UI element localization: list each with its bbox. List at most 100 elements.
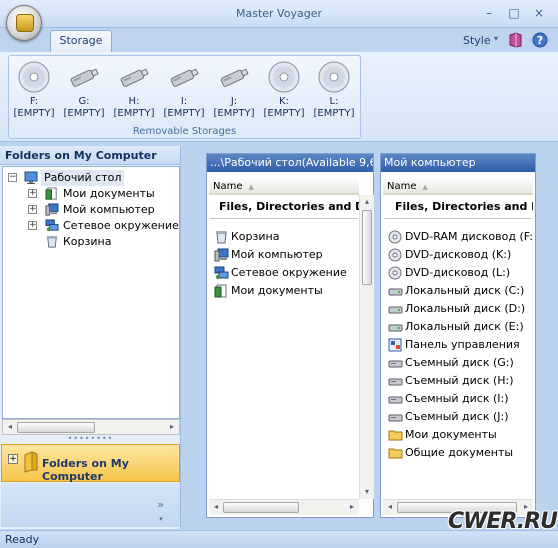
- tree-item-label: Мой компьютер: [63, 203, 155, 216]
- drive-letter: K:: [279, 96, 289, 107]
- cd-icon: [17, 60, 51, 94]
- recycle-bin-icon: [45, 235, 59, 249]
- drive-button-l[interactable]: L: [EMPTY]: [311, 60, 357, 120]
- path-bar[interactable]: Мой компьютер: [381, 154, 535, 172]
- nav-pane-footer: » ▾: [1, 483, 180, 527]
- file-list: Files, Directories and Drives Корзина Мой…: [209, 197, 359, 497]
- scrollbar-thumb[interactable]: [223, 502, 299, 513]
- drive-letter: H:: [128, 96, 140, 107]
- close-button[interactable]: ×: [530, 5, 548, 21]
- computer-icon: [214, 248, 229, 262]
- scroll-down-arrow[interactable]: ▾: [360, 485, 374, 499]
- drive-letter: G:: [78, 96, 90, 107]
- drive-button-j[interactable]: J: [EMPTY]: [211, 60, 257, 120]
- svg-text:?: ?: [537, 34, 543, 47]
- minimize-button[interactable]: –: [480, 5, 498, 21]
- removable-disk-icon: [388, 356, 403, 370]
- sort-arrow-icon: ▲: [422, 183, 428, 191]
- list-item-label: DVD-дисковод (K:): [405, 248, 512, 261]
- horizontal-scrollbar[interactable]: ◂ ▸: [209, 499, 359, 515]
- expand-toggle[interactable]: +: [28, 189, 37, 198]
- nav-button-label: Folders on My Computer: [42, 457, 129, 483]
- tree-horizontal-scrollbar[interactable]: ◂ ▸: [2, 419, 180, 435]
- column-header-name[interactable]: Name ▲: [383, 178, 533, 195]
- maximize-button[interactable]: □: [505, 5, 523, 21]
- removable-disk-icon: [388, 374, 403, 388]
- hard-disk-icon: [388, 320, 403, 334]
- path-bar[interactable]: ...\Рабочий стол(Available 9,69 GB): [207, 154, 373, 172]
- dvd-drive-icon: [388, 230, 403, 244]
- list-item-label: Локальный диск (E:): [405, 320, 524, 333]
- drive-button-h[interactable]: H: [EMPTY]: [111, 60, 157, 120]
- folder-icon: [24, 451, 38, 473]
- book-icon[interactable]: [508, 32, 522, 48]
- drive-button-g[interactable]: G: [EMPTY]: [61, 60, 107, 120]
- vertical-scrollbar[interactable]: ▴ ▾: [359, 195, 374, 499]
- network-icon: [45, 219, 59, 233]
- chevron-down-icon[interactable]: ▾: [494, 34, 498, 43]
- style-menu[interactable]: Style: [463, 34, 491, 47]
- window-title: Master Voyager: [236, 7, 322, 20]
- drive-button-f[interactable]: F: [EMPTY]: [11, 60, 57, 120]
- left-panel: Folders on My Computer − Рабочий стол + М…: [0, 146, 181, 529]
- tree-item-label: Сетевое окружение: [63, 219, 179, 232]
- tree-item-label: Корзина: [63, 235, 112, 248]
- tree-item-label: Мои документы: [63, 187, 155, 200]
- scroll-right-arrow[interactable]: ▸: [165, 420, 179, 434]
- scroll-up-arrow[interactable]: ▴: [360, 195, 374, 209]
- usb-drive-icon: [217, 60, 251, 94]
- tab-storage[interactable]: Storage: [50, 30, 112, 52]
- nav-button-folders[interactable]: + Folders on My Computer: [1, 444, 180, 483]
- watermark-logo: CWER.RU: [430, 496, 558, 544]
- list-item-label: Корзина: [231, 230, 280, 243]
- network-icon: [214, 266, 229, 280]
- drive-status: [EMPTY]: [13, 108, 55, 119]
- list-item-label: Съемный диск (J:): [405, 410, 509, 423]
- list-item-label: Мой компьютер: [231, 248, 323, 261]
- expand-toggle[interactable]: +: [28, 205, 37, 214]
- scrollbar-thumb[interactable]: [17, 422, 95, 433]
- dvd-drive-icon: [388, 266, 403, 280]
- status-text: Ready: [5, 533, 40, 546]
- cd-icon: [267, 60, 301, 94]
- left-panel-header: Folders on My Computer: [0, 146, 180, 165]
- scroll-left-arrow[interactable]: ◂: [3, 420, 17, 434]
- list-item-label: DVD-RAM дисковод (F:): [405, 230, 533, 243]
- scroll-left-arrow[interactable]: ◂: [383, 500, 397, 514]
- folder-tree[interactable]: − Рабочий стол + Мои документы + Мой компью…: [2, 166, 180, 419]
- scrollbar-thumb[interactable]: [362, 210, 372, 285]
- column-header-label: Name: [387, 181, 417, 192]
- group-divider: [384, 218, 532, 219]
- column-header-name[interactable]: Name ▲: [209, 178, 359, 195]
- help-icon[interactable]: ?: [532, 32, 548, 48]
- group-divider: [210, 218, 358, 219]
- drive-letter: F:: [29, 96, 39, 107]
- drive-status: [EMPTY]: [163, 108, 205, 119]
- app-menu-button[interactable]: [6, 5, 42, 41]
- documents-icon: [45, 187, 59, 201]
- ribbon: F: [EMPTY] G: [EMPTY] H: [EMPTY] I: [EMPTY] J: [E…: [0, 52, 558, 142]
- drive-letter: L:: [329, 96, 339, 107]
- hard-disk-icon: [388, 284, 403, 298]
- expand-toggle[interactable]: +: [28, 221, 37, 230]
- computer-icon: [45, 203, 59, 217]
- tree-item-label: Рабочий стол: [41, 170, 125, 186]
- list-item-label: Мои документы: [231, 284, 323, 297]
- folder-icon: [388, 446, 403, 460]
- drive-status: [EMPTY]: [63, 108, 105, 119]
- file-pane-my-computer[interactable]: Мой компьютер Name ▲ Files, Directories a…: [380, 153, 536, 518]
- configure-buttons-icon[interactable]: » ▾: [157, 498, 164, 524]
- drive-button-k[interactable]: K: [EMPTY]: [261, 60, 307, 120]
- scroll-left-arrow[interactable]: ◂: [209, 500, 223, 514]
- hard-disk-icon: [388, 302, 403, 316]
- list-item-label: Общие документы: [405, 446, 514, 459]
- list-item-label: Сетевое окружение: [231, 266, 347, 279]
- collapse-toggle[interactable]: −: [8, 173, 17, 182]
- file-pane-desktop[interactable]: ...\Рабочий стол(Available 9,69 GB) Name…: [206, 153, 374, 518]
- panel-splitter[interactable]: ••••••••: [0, 435, 181, 443]
- scroll-right-arrow[interactable]: ▸: [345, 500, 359, 514]
- removable-disk-icon: [388, 410, 403, 424]
- drive-button-i[interactable]: I: [EMPTY]: [161, 60, 207, 120]
- file-list: Files, Directories and Drives DVD-RAM ди…: [383, 197, 533, 497]
- drive-letter: I:: [180, 96, 188, 107]
